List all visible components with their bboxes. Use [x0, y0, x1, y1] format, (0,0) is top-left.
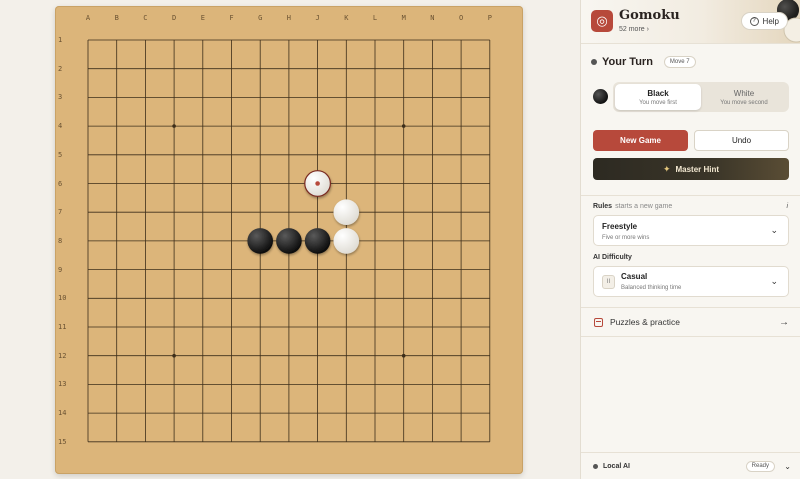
column-label: B: [114, 14, 119, 22]
column-label: O: [458, 14, 464, 22]
chevron-down-icon: ⌄: [770, 276, 778, 286]
black-stone-icon: [593, 89, 608, 104]
sparkle-icon: ✦: [662, 163, 671, 174]
difficulty-label: AI Difficulty: [593, 254, 632, 261]
puzzles-practice-link[interactable]: Puzzles & practice →: [581, 310, 800, 334]
row-label: 4: [58, 122, 63, 131]
column-label: K: [344, 14, 349, 22]
row-label: 1: [58, 36, 63, 44]
star-point: [172, 124, 176, 128]
rules-select[interactable]: Freestyle Five or more wins ⌄: [593, 215, 789, 246]
turn-dot-icon: [591, 59, 597, 65]
column-label: A: [85, 14, 91, 22]
move-badge: Move 7: [663, 56, 696, 68]
difficulty-value: Casual: [621, 272, 648, 281]
app-title: Gomoku: [619, 8, 680, 23]
help-label: Help: [762, 16, 779, 26]
column-label: D: [171, 14, 177, 22]
last-move-marker: [315, 181, 320, 186]
side-white-sub: You move second: [720, 99, 768, 106]
status-badge: Ready: [745, 460, 775, 472]
side-selector: Black You move first White You move seco…: [613, 82, 789, 112]
divider: [581, 195, 800, 196]
star-point: [172, 353, 176, 358]
row-label: 3: [58, 93, 63, 102]
divider: [581, 307, 800, 308]
white-stone: [333, 199, 360, 225]
column-label: C: [143, 14, 148, 22]
engine-label: Local AI: [603, 462, 630, 470]
side-option-black[interactable]: Black You move first: [615, 84, 701, 110]
divider: [581, 336, 800, 337]
rules-sublabel: starts a new game: [615, 203, 673, 210]
question-icon: ?: [749, 16, 759, 26]
column-label: P: [487, 14, 492, 22]
row-label: 5: [58, 150, 63, 159]
row-label: 13: [58, 380, 67, 389]
column-label: H: [286, 14, 291, 22]
chevron-down-icon[interactable]: ⌄: [784, 462, 791, 471]
column-label: G: [258, 14, 263, 22]
row-label: 14: [58, 409, 67, 418]
board-area: A B C D E F G H J K L M N O P 1 2 3 4 5 6 7 8 9 10 11 12 13 14 15: [0, 0, 580, 479]
arrow-right-icon: →: [779, 316, 789, 328]
row-label: 15: [58, 437, 67, 446]
column-label: M: [401, 14, 406, 22]
game-logo-icon: ◎: [591, 10, 613, 32]
rules-description: Five or more wins: [602, 235, 650, 241]
column-label: F: [229, 14, 234, 22]
help-button[interactable]: ? Help: [740, 12, 788, 30]
black-stone: [304, 228, 331, 254]
footer-status: Local AI Ready ⌄: [581, 452, 800, 479]
panel-header: ◎ Gomoku 52 more › ? Help: [581, 0, 800, 44]
side-black-label: Black: [647, 88, 669, 98]
star-point: [401, 124, 406, 128]
black-stone: [276, 228, 302, 254]
difficulty-description: Balanced thinking time: [621, 285, 682, 291]
rules-value: Freestyle: [602, 222, 638, 231]
column-label: J: [315, 14, 320, 22]
row-label: 6: [58, 179, 63, 188]
turn-label: Your Turn: [602, 56, 653, 68]
hint-label: Master Hint: [675, 164, 720, 174]
side-white-label: White: [733, 88, 755, 98]
rules-label: Rules starts a new game: [593, 203, 672, 210]
side-black-sub: You move first: [639, 99, 677, 106]
row-label: 2: [58, 64, 63, 73]
row-label: 12: [58, 351, 67, 360]
more-games-link[interactable]: 52 more ›: [619, 26, 649, 33]
info-icon[interactable]: i: [786, 203, 788, 210]
rules-title: Rules: [593, 203, 613, 210]
new-game-button[interactable]: New Game: [593, 130, 688, 151]
row-label: 10: [58, 294, 67, 303]
column-label: L: [372, 14, 378, 22]
side-option-white[interactable]: White You move second: [701, 84, 787, 110]
row-label: 9: [58, 265, 63, 274]
calendar-icon: [594, 317, 603, 327]
difficulty-select[interactable]: II Casual Balanced thinking time ⌄: [593, 266, 789, 297]
chevron-down-icon: ⌄: [770, 225, 778, 235]
undo-button[interactable]: Undo: [694, 130, 789, 151]
side-panel: ◎ Gomoku 52 more › ? Help Your Turn Move…: [580, 0, 800, 479]
game-board[interactable]: A B C D E F G H J K L M N O P 1 2 3 4 5 6 7 8 9 10 11 12 13 14 15: [55, 6, 523, 474]
turn-indicator: Your Turn Move 7: [591, 56, 696, 68]
status-dot-icon: [593, 463, 598, 469]
master-hint-button[interactable]: ✦ Master Hint: [593, 158, 789, 180]
board-grid[interactable]: [55, 6, 523, 474]
row-label: 7: [58, 208, 63, 217]
white-stone: [333, 228, 360, 254]
row-label: 8: [58, 236, 63, 245]
difficulty-icon: II: [602, 275, 615, 289]
star-point: [401, 353, 406, 358]
puzzles-label: Puzzles & practice: [610, 317, 680, 327]
black-stone: [247, 228, 273, 254]
row-label: 11: [58, 323, 67, 331]
column-label: N: [430, 14, 435, 22]
column-label: E: [200, 14, 205, 22]
